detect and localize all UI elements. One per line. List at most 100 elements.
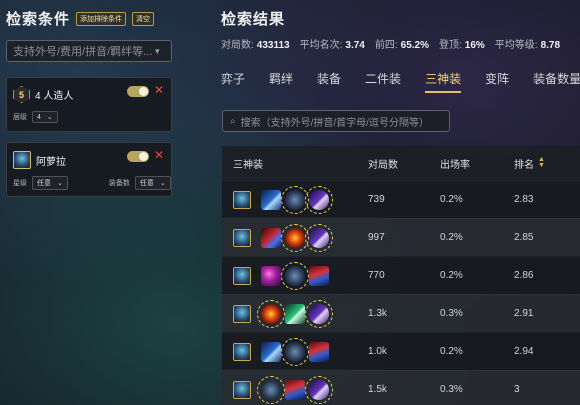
tab-item-count[interactable]: 装备数量 (533, 70, 580, 93)
sword-break-item-icon[interactable] (281, 337, 309, 366)
sword-break-item-icon[interactable] (281, 261, 309, 290)
level-label: 层级 (13, 114, 27, 121)
rate-cell: 0.2% (440, 194, 463, 205)
condition-name: 4 人造人 (35, 91, 74, 102)
rate-cell: 0.3% (440, 384, 463, 395)
sword-break-item-icon[interactable] (281, 185, 309, 214)
results-search-placeholder: 搜索（支持外号/拼音/首字母/逗号分隔等） (240, 117, 429, 129)
tab-two-items[interactable]: 二件装 (365, 70, 401, 93)
games-cell: 997 (368, 232, 385, 243)
results-title: 检索结果 (221, 11, 286, 28)
tab-traits[interactable]: 羁绊 (269, 70, 293, 93)
star-value: 任意 (37, 180, 51, 187)
blue-sword-item-icon[interactable] (261, 189, 281, 210)
items-cell (222, 337, 356, 366)
sort-icon[interactable]: ▲ ▼ (538, 156, 545, 169)
stat-label: 对局数: (221, 40, 254, 51)
games-cell: 1.3k (368, 308, 387, 319)
stat-top4: 前四: 65.2% (375, 36, 429, 51)
rank-cell: 2.91 (514, 308, 534, 319)
star-select[interactable]: 任意 ⌄ (32, 176, 68, 190)
clear-button[interactable]: 清空 (132, 11, 155, 26)
condition-toggle[interactable] (127, 86, 149, 97)
items-cell (222, 223, 356, 252)
condition-card-champion: 阿萝拉 ✕ 星级 任意 ⌄ 装备数 任意 ⌄ (6, 142, 172, 197)
table-row[interactable]: 1.3k 0.3% 2.91 (222, 294, 580, 332)
tab-augments[interactable]: 变阵 (485, 70, 509, 93)
table-row[interactable]: 739 0.2% 2.83 (222, 180, 580, 218)
tab-items[interactable]: 装备 (317, 70, 341, 93)
trait-icon: 5 (13, 86, 30, 103)
stat-avg-level: 平均等级: 8.78 (495, 36, 560, 51)
rank-cell: 3 (514, 384, 520, 395)
redblue-item-icon[interactable] (309, 265, 329, 286)
stat-avg-place: 平均名次: 3.74 (300, 36, 365, 51)
filter-header: 检索条件 添加排除条件 清空 (6, 8, 155, 29)
purple-spear-item-icon[interactable] (305, 223, 333, 252)
champion-portrait (233, 228, 251, 247)
red-gauntlet-item-icon[interactable] (261, 227, 281, 248)
filter-panel: 检索条件 添加排除条件 清空 支持外号/费用/拼音/羁绊等... ▾ 5 4 人… (0, 0, 186, 405)
table-row[interactable]: 1.5k 0.3% 3 (222, 370, 580, 405)
rate-cell: 0.2% (440, 232, 463, 243)
champion-portrait (233, 190, 251, 209)
rate-cell: 0.2% (440, 346, 463, 357)
header-games[interactable]: 对局数 (356, 156, 428, 171)
rank-cell: 2.86 (514, 270, 534, 281)
remove-condition-icon[interactable]: ✕ (154, 83, 164, 97)
purple-spear-item-icon[interactable] (305, 299, 333, 328)
star-label: 星级 (13, 180, 27, 187)
rank-cell: 2.85 (514, 232, 534, 243)
champion-portrait (13, 151, 31, 169)
redblue-item-icon[interactable] (285, 379, 305, 400)
chevron-down-icon: ▾ (155, 45, 160, 56)
results-stats: 对局数: 433113 平均名次: 3.74 前四: 65.2% 登顶: 16% 平均等… (221, 36, 560, 51)
purple-spear-item-icon[interactable] (305, 375, 333, 404)
sword-break-item-icon[interactable] (257, 375, 285, 404)
table-body: 739 0.2% 2.83 997 0.2% 2.85 770 0.2% 2.86 1.3k 0.3… (222, 180, 580, 405)
table-row[interactable]: 1.0k 0.2% 2.94 (222, 332, 580, 370)
games-cell: 1.5k (368, 384, 387, 395)
items-count-value: 任意 (139, 180, 154, 187)
games-cell: 1.0k (368, 346, 387, 357)
tab-three-items[interactable]: 三神装 (425, 70, 462, 93)
purple-spear-item-icon[interactable] (305, 185, 333, 214)
filter-search-input[interactable]: 支持外号/费用/拼音/羁绊等... ▾ (6, 40, 172, 62)
condition-card-trait: 5 4 人造人 ✕ 层级 4 ⌄ (6, 77, 172, 132)
header-rank[interactable]: 排名 ▲ ▼ (502, 156, 580, 171)
condition-toggle[interactable] (127, 151, 149, 162)
level-select[interactable]: 4 ⌄ (32, 111, 58, 123)
violet-item-icon[interactable] (261, 265, 281, 286)
remove-condition-icon[interactable]: ✕ (154, 148, 164, 162)
redblue-item-icon[interactable] (309, 341, 329, 362)
results-tabs: 弈子 羁绊 装备 二件装 三神装 变阵 装备数量 (221, 70, 580, 93)
table-row[interactable]: 997 0.2% 2.85 (222, 218, 580, 256)
table-header: 三神装 对局数 出场率 排名 ▲ ▼ (222, 146, 580, 180)
stat-top1: 登顶: 16% (439, 36, 485, 51)
stat-value: 65.2% (400, 40, 429, 51)
games-cell: 770 (368, 270, 385, 281)
blue-sword-item-icon[interactable] (261, 341, 281, 362)
eye-item-icon[interactable] (281, 223, 309, 252)
stat-value: 433113 (256, 40, 290, 51)
search-icon: ⌕ (230, 115, 236, 127)
items-cell (222, 185, 356, 214)
add-remove-condition-button[interactable]: 添加排除条件 (76, 11, 127, 26)
champion-portrait (233, 266, 251, 285)
green-item-icon[interactable] (285, 303, 305, 324)
tab-champions[interactable]: 弈子 (221, 70, 245, 93)
table-row[interactable]: 770 0.2% 2.86 (222, 256, 580, 294)
stat-label: 平均名次: (299, 40, 343, 51)
items-cell (222, 261, 356, 290)
header-rate[interactable]: 出场率 (428, 156, 502, 171)
eye-item-icon[interactable] (257, 299, 285, 328)
items-cell (222, 299, 356, 328)
items-count-select[interactable]: 任意 ⌄ (134, 176, 171, 190)
rate-cell: 0.3% (440, 308, 463, 319)
condition-name: 阿萝拉 (36, 156, 66, 168)
games-cell: 739 (368, 194, 385, 205)
chevron-down-icon: ⌄ (159, 180, 166, 187)
stat-value: 16% (464, 40, 485, 51)
items-cell (222, 375, 356, 404)
results-search-input[interactable]: ⌕ 搜索（支持外号/拼音/首字母/逗号分隔等） (222, 110, 450, 132)
